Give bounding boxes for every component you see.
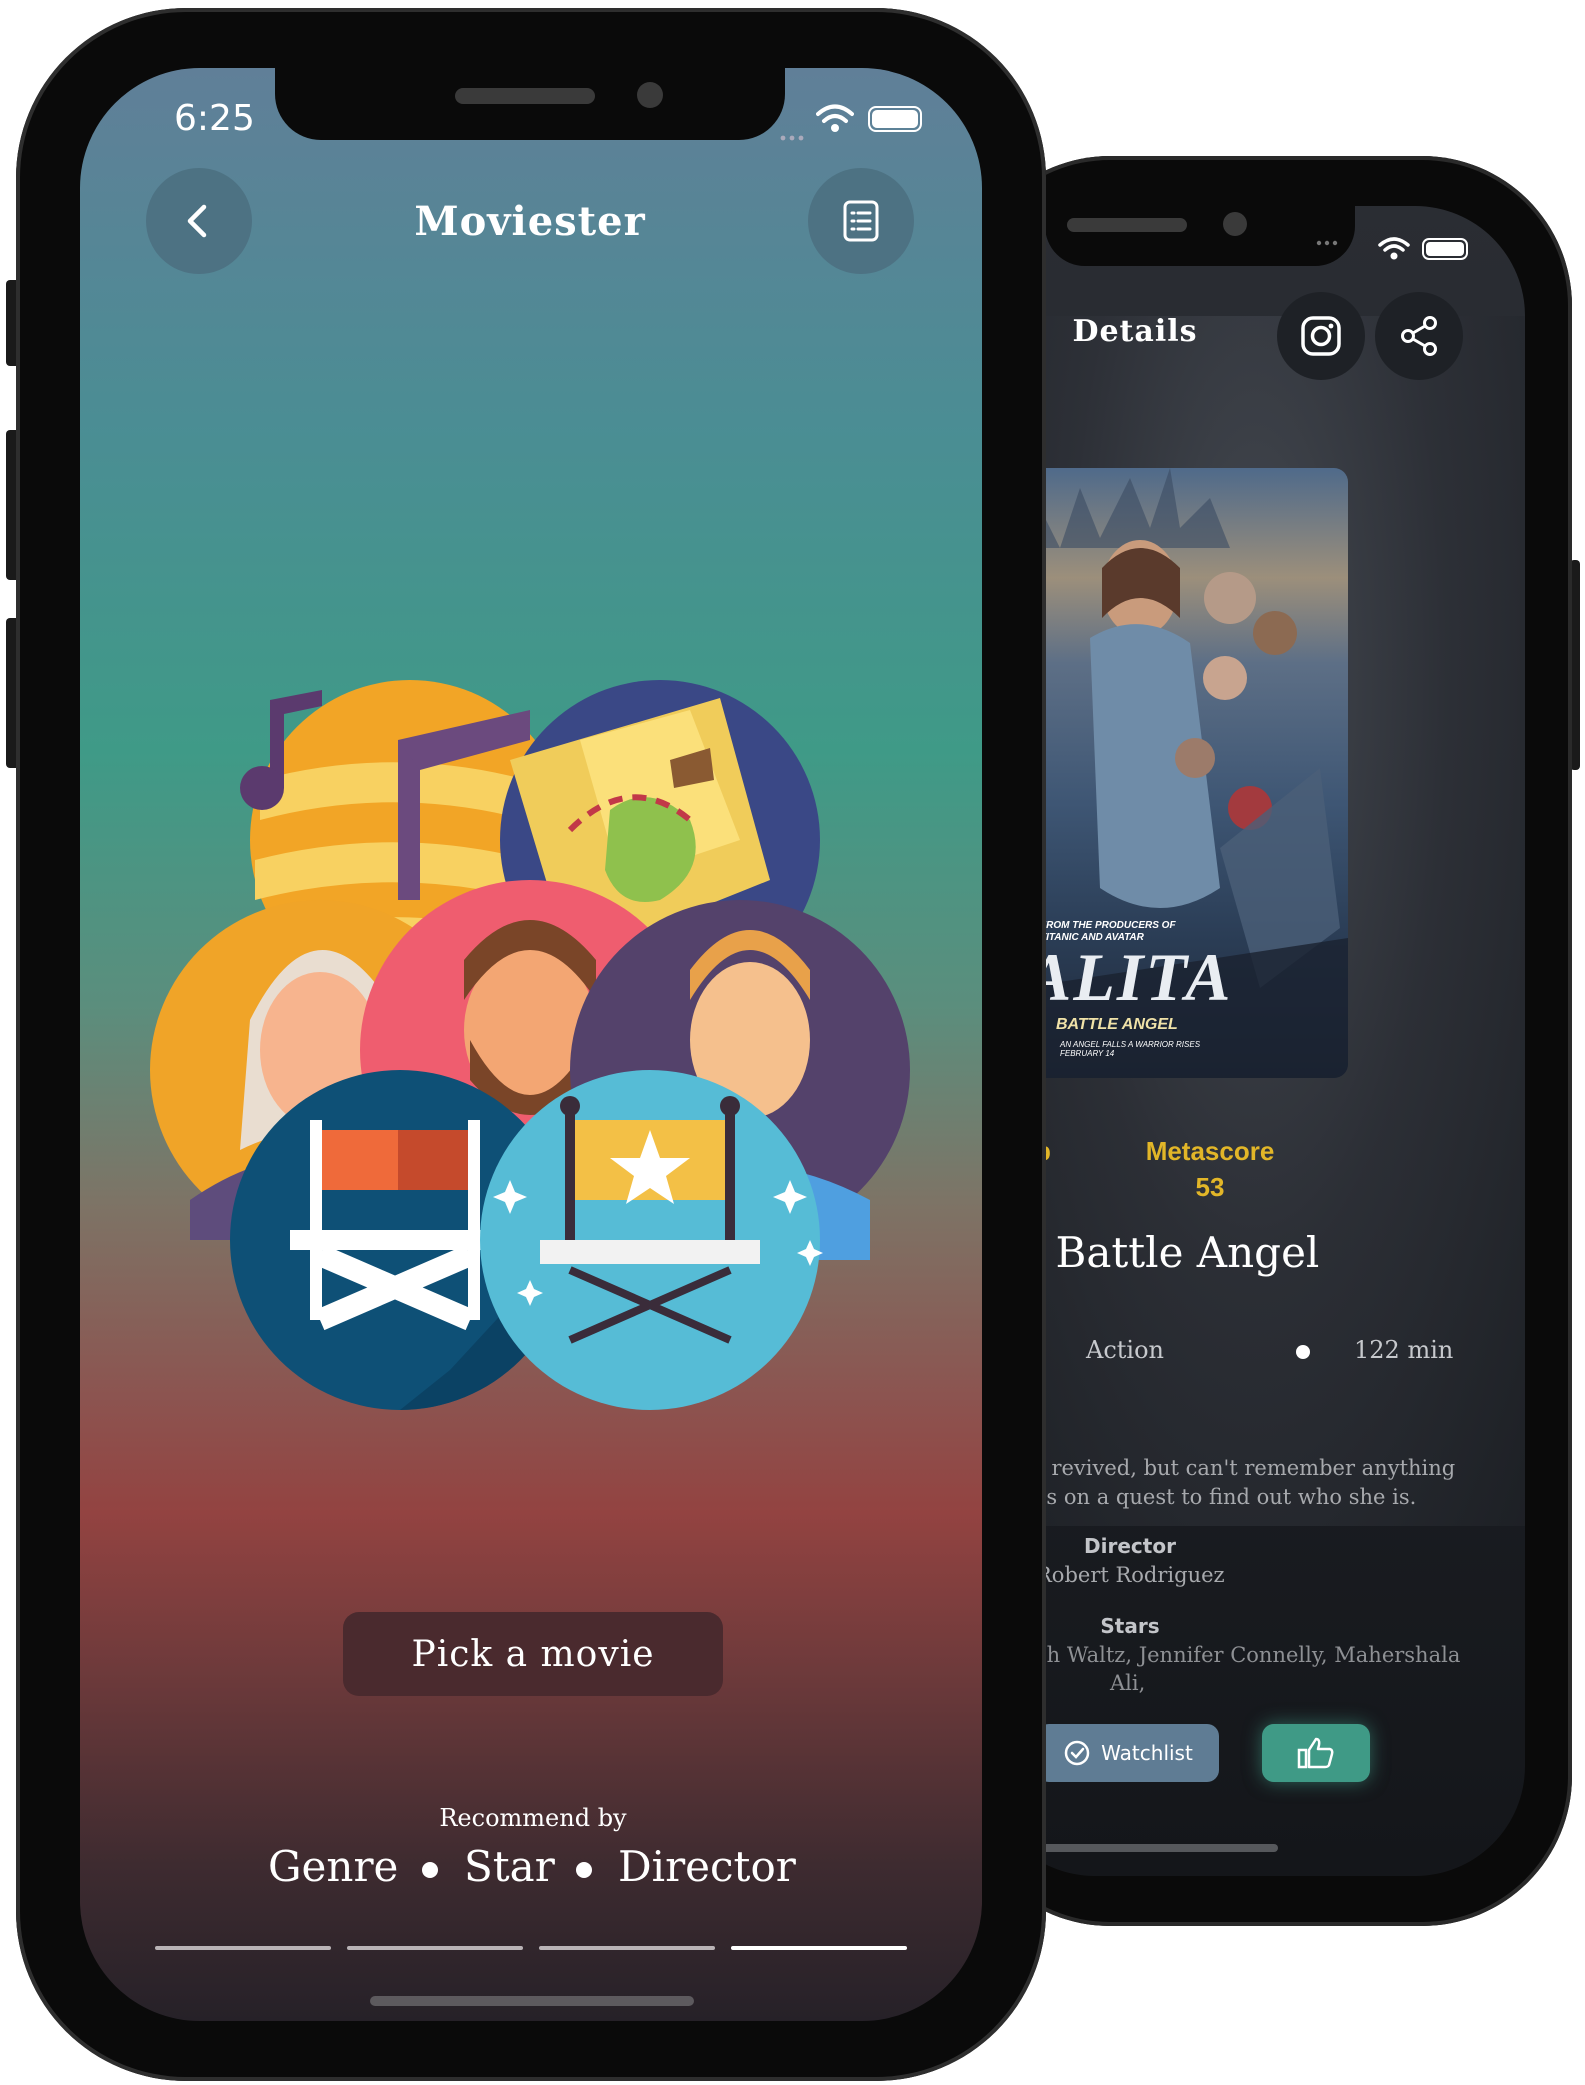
- like-button[interactable]: [1262, 1724, 1370, 1782]
- list-icon: [843, 200, 879, 242]
- battery-icon: [868, 106, 922, 132]
- stars-line-1: oh Waltz, Jennifer Connelly, Mahershala: [1034, 1643, 1461, 1667]
- chevron-left-icon: [187, 204, 207, 238]
- thumbs-up-icon: [1297, 1737, 1334, 1769]
- poster-title-art: ALITA: [1026, 939, 1233, 1015]
- speaker-grille: [455, 88, 595, 104]
- check-circle-icon: [1064, 1740, 1090, 1766]
- back-phone-notch: [1045, 196, 1355, 266]
- movie-collage-illustration: [150, 680, 910, 1410]
- share-icon: [1401, 316, 1437, 356]
- plot-line-2: es on a quest to find out who she is.: [1034, 1485, 1417, 1509]
- share-button[interactable]: [1375, 292, 1463, 380]
- battery-icon: [1422, 238, 1468, 260]
- front-camera: [637, 82, 663, 108]
- watchlist-label: Watchlist: [1101, 1741, 1193, 1765]
- front-camera: [1223, 212, 1247, 236]
- genre-label: Action: [1086, 1336, 1164, 1364]
- progress-segment-1: [155, 1946, 331, 1950]
- progress-segment-2: [347, 1946, 523, 1950]
- list-button[interactable]: [808, 168, 914, 274]
- metascore-value: 53: [1195, 1172, 1225, 1202]
- movie-title: : Battle Angel: [1028, 1228, 1320, 1277]
- stars-line-2: Ali,: [1110, 1671, 1146, 1695]
- wifi-icon: [816, 104, 854, 138]
- recommend-label: Recommend by: [439, 1804, 627, 1832]
- details-title: Details: [1072, 314, 1198, 349]
- movie-poster[interactable]: FROM THE PRODUCERS OF TITANIC AND AVATAR…: [1020, 468, 1348, 1078]
- poster-subtitle-art: BATTLE ANGEL: [1056, 1016, 1178, 1033]
- poster-release-text: AN ANGEL FALLS A WARRIOR RISES FEBRUARY …: [1060, 1040, 1201, 1058]
- separator-dot: [576, 1862, 592, 1878]
- separator-dot: [422, 1862, 438, 1878]
- director-label: Director: [1084, 1534, 1176, 1558]
- recommend-director[interactable]: Director: [618, 1842, 796, 1891]
- progress-segment-3: [539, 1946, 715, 1950]
- director-value: Robert Rodriguez: [1036, 1563, 1225, 1587]
- separator-dot: [1296, 1345, 1310, 1359]
- plot-line-1: s revived, but can't remember anything: [1034, 1456, 1456, 1480]
- instagram-button[interactable]: [1277, 292, 1365, 380]
- signal-dots-icon: [780, 126, 810, 145]
- speaker-grille: [1067, 218, 1187, 232]
- recommend-genre[interactable]: Genre: [268, 1842, 398, 1891]
- metascore-label: Metascore: [1145, 1136, 1275, 1166]
- recommend-star[interactable]: Star: [464, 1842, 555, 1891]
- pick-movie-button[interactable]: Pick a movie: [343, 1612, 723, 1696]
- instagram-icon: [1301, 316, 1341, 356]
- wifi-icon: [1378, 237, 1410, 265]
- stars-label: Stars: [1100, 1614, 1160, 1638]
- back-home-indicator: [1038, 1844, 1278, 1852]
- back-button[interactable]: [146, 168, 252, 274]
- signal-dots-icon: [1316, 240, 1358, 246]
- status-time: 6:25: [174, 98, 255, 139]
- home-indicator: [370, 1996, 694, 2006]
- front-phone-notch: [275, 58, 785, 140]
- watchlist-button[interactable]: Watchlist: [1037, 1724, 1219, 1782]
- progress-segment-4-active: [731, 1946, 907, 1950]
- app-title: Moviester: [414, 198, 646, 245]
- runtime-label: 122 min: [1354, 1336, 1454, 1364]
